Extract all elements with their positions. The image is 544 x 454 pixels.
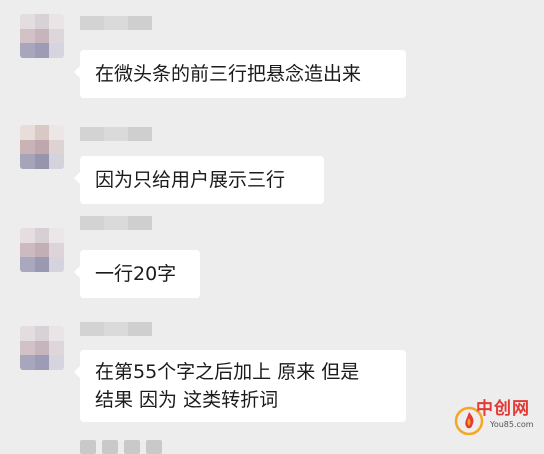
sender-name-blurred [80,216,152,230]
message-text: 在微头条的前三行把悬念造出来 [95,63,362,85]
message-text: 因为只给用户展示三行 [95,169,286,191]
message-text: 一行20字 [95,263,177,285]
sender-name-blurred [80,322,152,336]
watermark-brand: 中创网 [476,399,530,419]
avatar[interactable] [20,125,64,169]
message-bubble[interactable]: 因为只给用户展示三行 [74,156,324,204]
message-bubble[interactable]: 一行20字 [74,250,200,298]
avatar[interactable] [20,326,64,370]
watermark: 中创网 You85.com [454,396,538,446]
sender-name-blurred [80,16,152,30]
message-text-line: 在第55个字之后加上 原来 但是 [95,361,360,383]
message-text-line: 结果 因为 这类转折词 [95,389,279,411]
watermark-url: You85.com [490,420,534,429]
avatar[interactable] [20,228,64,272]
message-bubble[interactable]: 在第55个字之后加上 原来 但是 结果 因为 这类转折词 [74,350,406,422]
avatar[interactable] [20,14,64,58]
message-bubble[interactable]: 在微头条的前三行把悬念造出来 [74,50,406,98]
sender-name-blurred [80,127,152,141]
